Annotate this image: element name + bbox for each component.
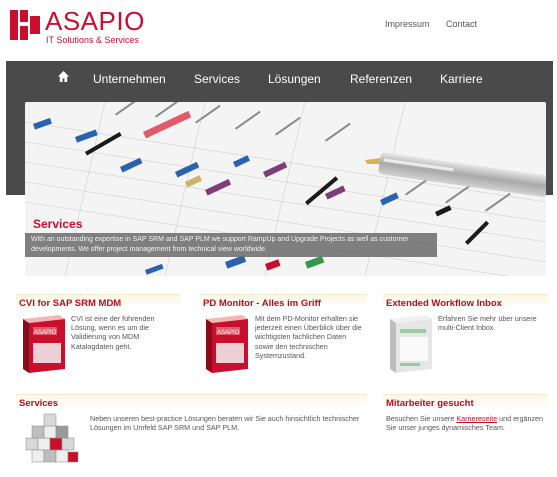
feature-workflow-inbox-text: Erfahren Sie mehr über unsere multi-Clie… bbox=[438, 314, 537, 333]
feature-pd-monitor: PD Monitor - Alles im Griff ASAPIO Mit d… bbox=[200, 294, 367, 389]
feature-jobs-text-before: Besuchen Sie unsere bbox=[386, 414, 457, 423]
feature-cvi-header: CVI for SAP SRM MDM bbox=[16, 294, 181, 310]
feature-jobs-text: Besuchen Sie unsere Karriereseite und er… bbox=[386, 414, 546, 432]
banner-text-box: With an outstanding expertise in SAP SRM… bbox=[25, 233, 437, 257]
logo-name: ASAPIO bbox=[45, 6, 145, 36]
logo-mark-icon bbox=[10, 10, 42, 40]
nav-item-services[interactable]: Services bbox=[194, 72, 240, 86]
nav-item-unternehmen[interactable]: Unternehmen bbox=[93, 72, 166, 86]
feature-workflow-inbox-header: Extended Workflow Inbox bbox=[383, 294, 548, 310]
banner-text: With an outstanding expertise in SAP SRM… bbox=[31, 236, 409, 253]
feature-services-header: Services bbox=[16, 394, 367, 410]
feature-cvi-text: CVI ist eine der führenden Lösung, wenn … bbox=[71, 314, 155, 351]
workflow-inbox-product-box-icon[interactable] bbox=[386, 313, 436, 377]
pd-monitor-product-box-icon[interactable]: ASAPIO bbox=[202, 313, 252, 377]
nav-item-referenzen[interactable]: Referenzen bbox=[350, 72, 412, 86]
nav-item-karriere[interactable]: Karriere bbox=[440, 72, 483, 86]
feature-cvi-title[interactable]: CVI for SAP SRM MDM bbox=[19, 298, 121, 309]
top-links: Impressum Contact bbox=[385, 19, 491, 29]
nav-item-loesungen[interactable]: Lösungen bbox=[268, 72, 321, 86]
home-icon[interactable] bbox=[58, 71, 69, 82]
career-page-link[interactable]: Karriereseite bbox=[456, 414, 497, 423]
hero-banner: Services With an outstanding expertise i… bbox=[25, 102, 546, 276]
feature-jobs-header: Mitarbeiter gesucht bbox=[383, 394, 548, 410]
header: ASAPIO IT Solutions & Services Impressum… bbox=[0, 0, 557, 60]
feature-workflow-inbox-title[interactable]: Extended Workflow Inbox bbox=[386, 298, 502, 309]
feature-workflow-inbox: Extended Workflow Inbox Erfahren Sie meh… bbox=[383, 294, 548, 389]
feature-services: Services Neben unseren best-practice Lös… bbox=[16, 394, 367, 474]
impressum-link[interactable]: Impressum bbox=[385, 19, 430, 29]
cvi-product-box-icon[interactable]: ASAPIO bbox=[19, 313, 69, 377]
svg-text:ASAPIO: ASAPIO bbox=[217, 330, 240, 336]
asapio-logo[interactable]: ASAPIO IT Solutions & Services bbox=[10, 6, 170, 48]
feature-services-text: Neben unseren best-practice Lösungen ber… bbox=[90, 414, 360, 433]
feature-pd-monitor-title[interactable]: PD Monitor - Alles im Griff bbox=[203, 298, 321, 309]
banner-title: Services bbox=[33, 217, 83, 231]
feature-jobs-title[interactable]: Mitarbeiter gesucht bbox=[386, 398, 474, 409]
svg-text:ASAPIO: ASAPIO bbox=[34, 330, 57, 336]
feature-pd-monitor-text: Mit dem PD-Monitor erhalten sie jederzei… bbox=[255, 314, 362, 360]
main-nav: Unternehmen Services Lösungen Referenzen… bbox=[6, 61, 553, 95]
feature-jobs: Mitarbeiter gesucht Besuchen Sie unsere … bbox=[383, 394, 548, 474]
feature-cvi: CVI for SAP SRM MDM ASAPIO CVI ist eine … bbox=[16, 294, 181, 389]
logo-subtitle: IT Solutions & Services bbox=[46, 35, 139, 45]
contact-link[interactable]: Contact bbox=[446, 19, 477, 29]
feature-pd-monitor-header: PD Monitor - Alles im Griff bbox=[200, 294, 367, 310]
feature-services-title[interactable]: Services bbox=[19, 398, 58, 409]
services-cubes-icon bbox=[25, 413, 79, 463]
